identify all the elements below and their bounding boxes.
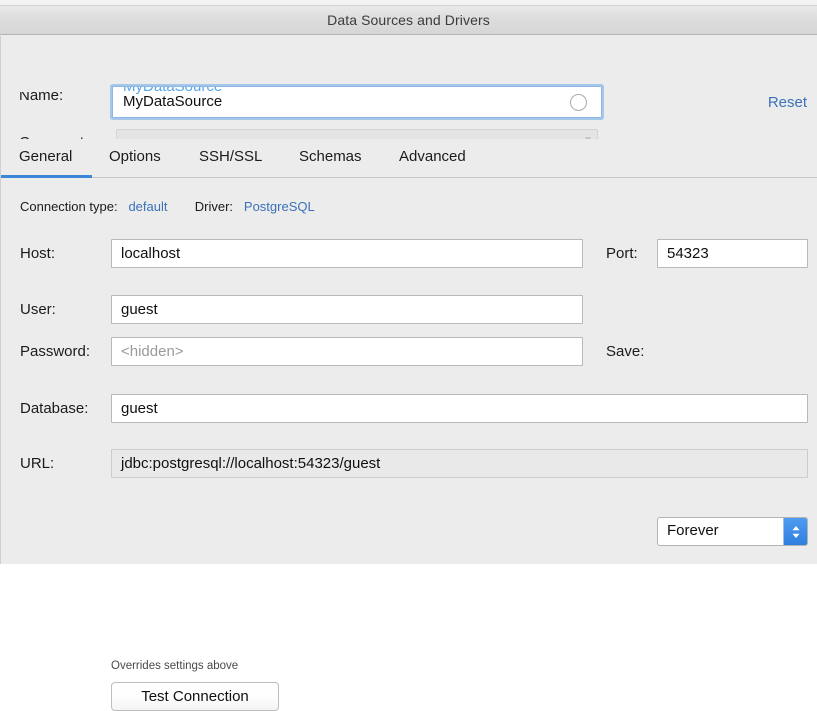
tab-options[interactable]: Options: [109, 148, 161, 165]
tab-advanced[interactable]: Advanced: [399, 148, 466, 165]
stepper-up-down-icon[interactable]: [783, 518, 807, 545]
window-titlebar: Data Sources and Drivers: [0, 6, 817, 35]
test-connection-button[interactable]: Test Connection: [111, 682, 279, 711]
database-input[interactable]: guest: [111, 394, 808, 423]
connection-info-row: Connection type: default Driver: Postgre…: [20, 199, 315, 214]
tab-active-underline: [1, 175, 92, 178]
tab-bar: General Options SSH/SSL Schemas Advanced: [0, 139, 817, 179]
url-hint: Overrides settings above: [111, 660, 239, 672]
port-input[interactable]: 54323: [657, 239, 808, 268]
password-placeholder: <hidden>: [121, 343, 184, 360]
driver-value[interactable]: PostgreSQL: [244, 199, 315, 214]
save-select[interactable]: Forever: [657, 517, 808, 546]
tab-bar-rule: [1, 177, 817, 178]
tab-general[interactable]: General: [19, 148, 72, 165]
save-label: Save:: [606, 343, 645, 360]
tab-ssh-ssl[interactable]: SSH/SSL: [199, 148, 262, 165]
port-label: Port:: [606, 245, 638, 262]
database-input-value: guest: [121, 400, 158, 417]
host-input-value: localhost: [121, 245, 181, 262]
password-label: Password:: [20, 343, 91, 360]
database-label: Database:: [20, 400, 89, 417]
save-select-value: Forever: [667, 522, 719, 539]
tab-schemas[interactable]: Schemas: [299, 148, 362, 165]
connection-type-label: Connection type:: [20, 199, 118, 214]
data-sources-dialog: Data Sources and Drivers Name: MyDataSou…: [0, 0, 817, 711]
port-input-value: 54323: [667, 245, 709, 262]
user-input-value: guest: [121, 301, 158, 318]
driver-label: Driver:: [194, 199, 234, 214]
url-label: URL:: [20, 455, 55, 472]
progress-circle-icon: [570, 94, 587, 111]
window-title: Data Sources and Drivers: [327, 12, 490, 28]
host-input[interactable]: localhost: [111, 239, 583, 268]
user-input[interactable]: guest: [111, 295, 583, 324]
name-label: Name:: [19, 92, 64, 104]
reset-button[interactable]: Reset: [768, 94, 807, 111]
url-input[interactable]: jdbc:postgresql://localhost:54323/guest: [111, 449, 808, 478]
dialog-header: Name: MyDataSource MyDataSource Reset Co…: [0, 36, 817, 157]
password-input[interactable]: <hidden>: [111, 337, 583, 366]
host-label: Host:: [20, 245, 56, 262]
user-label: User:: [20, 301, 56, 318]
name-input[interactable]: MyDataSource MyDataSource: [112, 86, 602, 118]
name-input-value: MyDataSource: [123, 93, 223, 110]
connection-type-value[interactable]: default: [128, 199, 167, 214]
name-label-clip: Name:: [19, 92, 109, 106]
general-tab-panel: Connection type: default Driver: Postgre…: [0, 179, 817, 711]
url-input-value: jdbc:postgresql://localhost:54323/guest: [121, 455, 381, 472]
